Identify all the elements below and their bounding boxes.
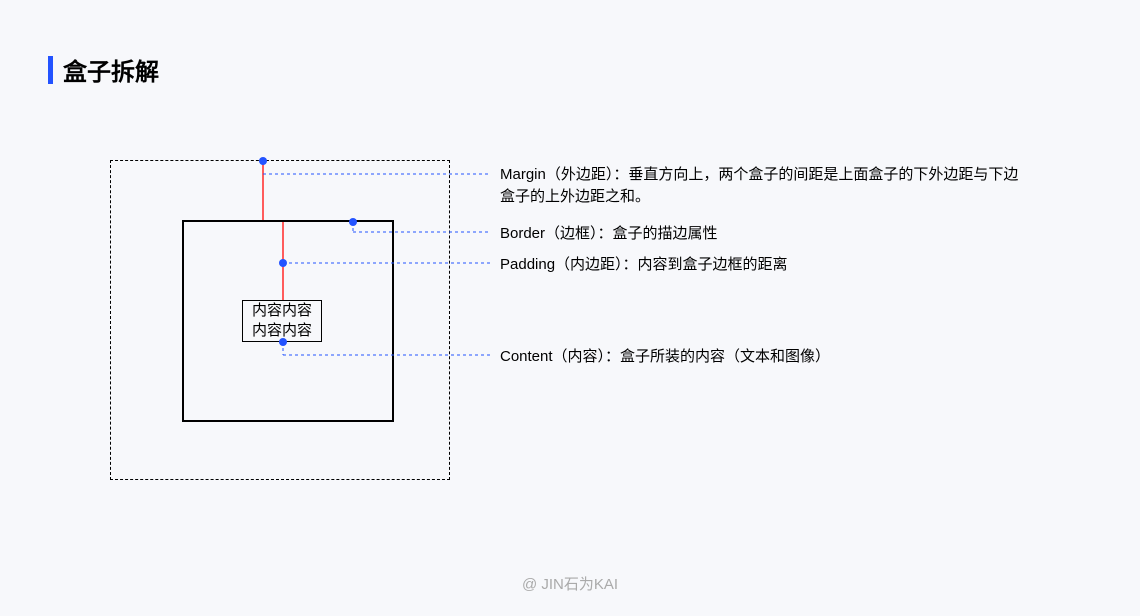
header: 盒子拆解	[48, 52, 159, 87]
page-title: 盒子拆解	[63, 52, 159, 87]
margin-label: Margin（外边距）：垂直方向上，两个盒子的间距是上面盒子的下外边距与下边盒子…	[500, 164, 1020, 208]
attribution: @ JIN石为KAI	[0, 573, 1140, 594]
border-dot	[349, 218, 357, 226]
border-label: Border（边框）：盒子的描边属性	[500, 223, 718, 245]
accent-bar	[48, 56, 53, 84]
margin-dot	[259, 157, 267, 165]
margin-indicator-line	[262, 160, 264, 220]
content-dot	[279, 338, 287, 346]
content-box: 内容内容 内容内容	[242, 300, 322, 342]
content-label: Content（内容）：盒子所装的内容（文本和图像）	[500, 346, 830, 368]
box-model-diagram: 内容内容 内容内容 Margin（外边距）：垂直方向上，两个盒子的间距是上面盒子…	[110, 160, 1030, 500]
padding-dot	[279, 259, 287, 267]
content-text-line: 内容内容	[243, 301, 321, 321]
padding-label: Padding（内边距）：内容到盒子边框的距离	[500, 254, 788, 276]
